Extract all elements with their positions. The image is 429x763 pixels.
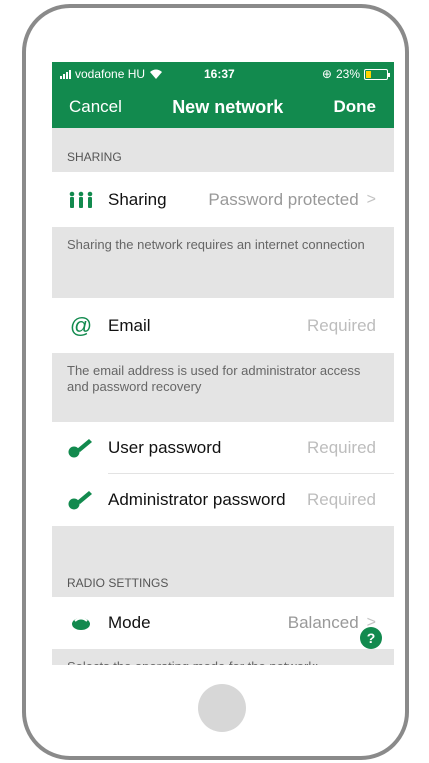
status-bar: vodafone HU 16:37 ⊕ 23% <box>52 62 394 86</box>
email-field[interactable]: Required <box>307 316 376 336</box>
navigation-bar: Cancel New network Done <box>52 86 394 128</box>
mode-row[interactable]: Mode Balanced > <box>52 597 394 649</box>
admin-password-row[interactable]: Administrator password Required <box>52 474 394 526</box>
battery-percent: 23% <box>335 67 360 81</box>
chevron-right-icon: > <box>366 190 376 208</box>
page-title: New network <box>172 96 284 117</box>
cancel-button[interactable]: Cancel <box>69 97 122 117</box>
sharing-section-header: SHARING <box>67 150 122 164</box>
email-row[interactable]: @ Email Required <box>52 298 394 353</box>
key-icon <box>66 435 96 461</box>
admin-password-field[interactable]: Required <box>307 490 376 510</box>
sharing-row[interactable]: Sharing Password protected > <box>52 172 394 227</box>
user-password-field[interactable]: Required <box>307 438 376 458</box>
home-button[interactable] <box>198 684 246 732</box>
mode-label: Mode <box>108 613 151 632</box>
email-footer: The email address is used for administra… <box>67 363 361 394</box>
rotation-lock-icon: ⊕ <box>321 67 332 81</box>
mode-footer: Selects the operating mode for the netwo… <box>52 649 394 665</box>
admin-password-label: Administrator password <box>108 490 286 509</box>
clock: 16:37 <box>204 67 235 81</box>
people-icon <box>66 187 96 213</box>
at-icon: @ <box>69 312 93 338</box>
screen: vodafone HU 16:37 ⊕ 23% Cancel New netwo… <box>52 62 394 665</box>
sharing-value: Password protected <box>208 189 359 209</box>
carrier-name: vodafone HU <box>75 67 146 81</box>
email-label: Email <box>108 315 151 335</box>
user-password-row[interactable]: User password Required <box>52 422 394 474</box>
sharing-footer: Sharing the network requires an internet… <box>67 237 365 252</box>
done-button[interactable]: Done <box>333 97 376 117</box>
mode-value: Balanced <box>287 613 359 632</box>
router-icon <box>66 610 96 636</box>
signal-icon <box>60 69 71 79</box>
user-password-label: User password <box>108 438 222 457</box>
battery-icon <box>364 68 390 80</box>
radio-section-header: RADIO SETTINGS <box>67 576 169 590</box>
help-button[interactable]: ? <box>360 627 382 649</box>
key-icon <box>66 487 96 513</box>
sharing-label: Sharing <box>108 189 167 209</box>
wifi-icon <box>150 69 163 79</box>
